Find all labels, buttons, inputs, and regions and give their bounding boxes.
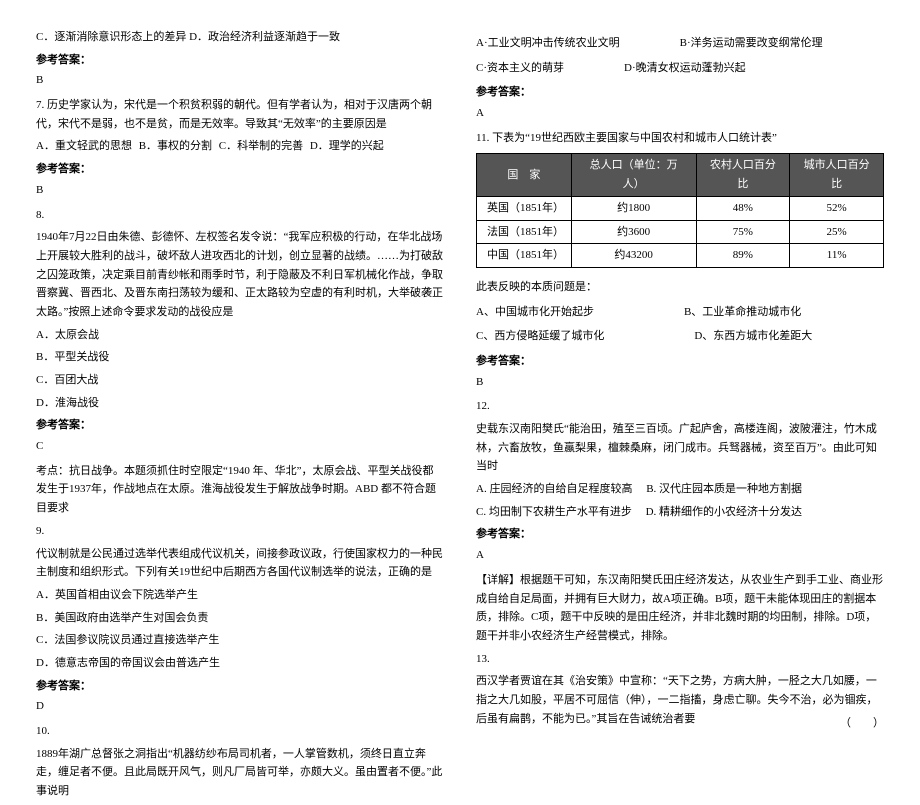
answer-value: A — [476, 546, 884, 565]
q9-option-c: C．法国参议院议员通过直接选举产生 — [36, 631, 444, 650]
answer-label: 参考答案： — [36, 160, 444, 179]
q13-number: 13. — [476, 650, 884, 669]
q10-number: 10. — [36, 722, 444, 741]
q12-option-d: D. 精耕细作的小农经济十分发达 — [646, 506, 802, 518]
q8-explanation: 考点：抗日战争。本题须抓住时空限定“1940 年、华北”，太原会战、平型关战役都… — [36, 462, 444, 518]
answer-label: 参考答案： — [476, 525, 884, 544]
q11-option-c: C、西方侵略延缓了城市化 — [476, 327, 604, 346]
q10-option-c: C·资本主义的萌芽 — [476, 59, 564, 78]
answer-value: B — [36, 71, 444, 90]
q8-option-c: C．百团大战 — [36, 371, 444, 390]
answer-value: B — [36, 181, 444, 200]
q11-option-b: B、工业革命推动城市化 — [684, 303, 801, 322]
q9-number: 9. — [36, 522, 444, 541]
answer-label: 参考答案： — [476, 83, 884, 102]
answer-value: C — [36, 437, 444, 456]
table-row: 中国（1851年） 约43200 89% 11% — [477, 244, 884, 268]
table-row: 英国（1851年） 约1800 48% 52% — [477, 196, 884, 220]
q13-body: 西汉学者贾谊在其《治安策》中宣称：“天下之势，方病大肿，一胫之大几如腰，一指之大… — [476, 672, 884, 728]
q10-option-b: B·洋务运动需要改变纲常伦理 — [680, 34, 823, 53]
q11-stem: 11. 下表为“19世纪西欧主要国家与中国农村和城市人口统计表” — [476, 129, 884, 148]
q12-number: 12. — [476, 397, 884, 416]
q8-number: 8. — [36, 206, 444, 225]
q8-option-d: D．淮海战役 — [36, 394, 444, 413]
q7-stem: 7. 历史学家认为，宋代是一个积贫积弱的朝代。但有学者认为，相对于汉唐两个朝代，… — [36, 96, 444, 133]
q6-options-tail: C．逐渐消除意识形态上的差异 D．政治经济利益逐渐趋于一致 — [36, 28, 444, 47]
answer-label: 参考答案： — [36, 677, 444, 696]
th-urban: 城市人口百分比 — [790, 154, 884, 196]
th-rural: 农村人口百分比 — [696, 154, 790, 196]
q10-body: 1889年湖广总督张之洞指出“机器纺纱布局司机者，一人掌管数机，须终日直立奔走，… — [36, 745, 444, 801]
q12-option-c: C. 均田制下农耕生产水平有进步 — [476, 506, 632, 518]
q9-option-b: B．美国政府由选举产生对国会负责 — [36, 609, 444, 628]
left-column: C．逐渐消除意识形态上的差异 D．政治经济利益逐渐趋于一致 参考答案： B 7.… — [20, 28, 460, 805]
q11-prompt: 此表反映的本质问题是： — [476, 278, 884, 297]
answer-label: 参考答案： — [36, 416, 444, 435]
table-row: 法国（1851年） 约3600 75% 25% — [477, 220, 884, 244]
q12-body: 史载东汉南阳樊氏“能治田，殖至三百顷。广起庐舍，高楼连阁，波陂灌注，竹木成林，六… — [476, 420, 884, 476]
q12-option-a: A. 庄园经济的自给自足程度较高 — [476, 483, 632, 495]
q11-option-d: D、东西方城市化差距大 — [694, 327, 812, 346]
answer-value: B — [476, 373, 884, 392]
q8-option-b: B．平型关战役 — [36, 348, 444, 367]
th-country: 国 家 — [477, 154, 572, 196]
answer-value: D — [36, 697, 444, 716]
answer-label: 参考答案： — [36, 51, 444, 70]
right-column: A·工业文明冲击传统农业文明 B·洋务运动需要改变纲常伦理 C·资本主义的萌芽 … — [460, 28, 900, 805]
q9-body: 代议制就是公民通过选举代表组成代议机关，间接参政议政，行使国家权力的一种民主制度… — [36, 545, 444, 582]
q8-option-a: A．太原会战 — [36, 326, 444, 345]
population-table: 国 家 总人口（单位：万人） 农村人口百分比 城市人口百分比 英国（1851年）… — [476, 153, 884, 267]
q10-option-d: D·晚清女权运动蓬勃兴起 — [624, 59, 746, 78]
answer-label: 参考答案： — [476, 352, 884, 371]
answer-value: A — [476, 104, 884, 123]
th-total: 总人口（单位：万人） — [571, 154, 696, 196]
q8-body: 1940年7月22日由朱德、彭德怀、左权签名发令说：“我军应积极的行动，在华北战… — [36, 228, 444, 321]
q12-option-b: B. 汉代庄园本质是一种地方割据 — [646, 483, 802, 495]
q9-option-a: A．英国首相由议会下院选举产生 — [36, 586, 444, 605]
q10-option-a: A·工业文明冲击传统农业文明 — [476, 34, 620, 53]
q11-option-a: A、中国城市化开始起步 — [476, 303, 594, 322]
q7-options: A．重文轻武的思想 B．事权的分割 C．科举制的完善 D．理学的兴起 — [36, 137, 444, 156]
q9-option-d: D．德意志帝国的帝国议会由普选产生 — [36, 654, 444, 673]
q12-explanation: 【详解】根据题干可知，东汉南阳樊氏田庄经济发达，从农业生产到手工业、商业形成自给… — [476, 571, 884, 646]
